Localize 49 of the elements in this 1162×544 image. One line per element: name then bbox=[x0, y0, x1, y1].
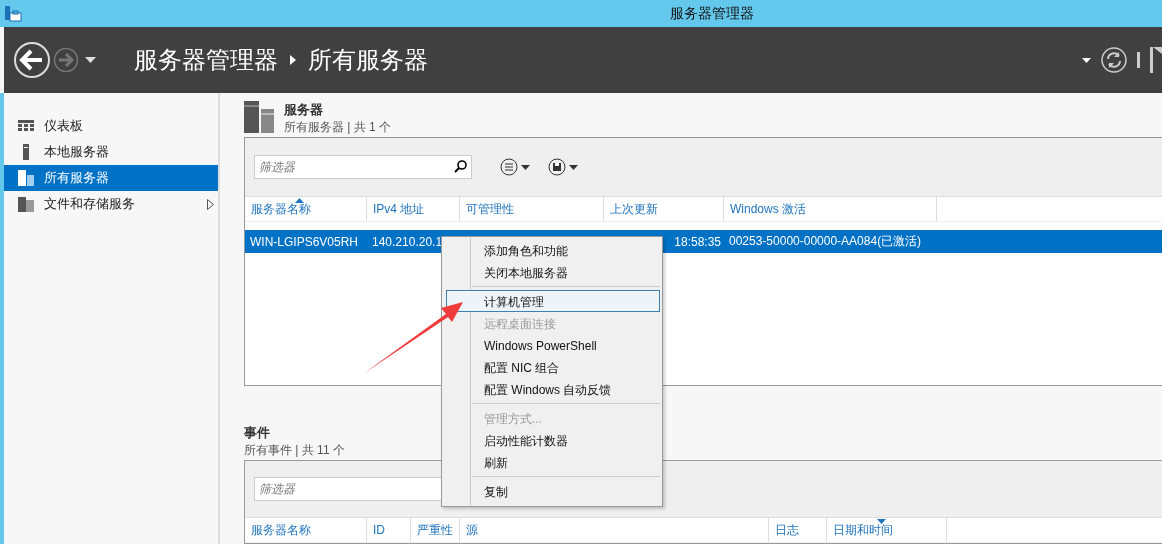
column-header[interactable]: Windows 激活 bbox=[724, 197, 937, 221]
section-title: 事件 bbox=[244, 424, 270, 442]
column-header[interactable]: IPv4 地址 bbox=[367, 197, 460, 221]
section-title: 服务器 bbox=[284, 101, 323, 119]
column-header[interactable]: 可管理性 bbox=[460, 197, 604, 221]
section-subtitle: 所有服务器 | 共 1 个 bbox=[284, 119, 392, 136]
breadcrumb-item: 所有服务器 bbox=[308, 45, 428, 75]
view-options-button[interactable] bbox=[500, 158, 530, 176]
breadcrumb-arrow-icon bbox=[290, 55, 296, 65]
flag-icon[interactable] bbox=[1150, 47, 1162, 73]
section-subtitle: 所有事件 | 共 11 个 bbox=[244, 442, 345, 459]
column-header[interactable]: 日志 bbox=[769, 518, 827, 542]
dropdown-caret-icon[interactable] bbox=[1082, 57, 1091, 63]
expand-arrow-icon[interactable] bbox=[207, 198, 214, 210]
menu-item[interactable]: 配置 Windows 自动反馈 bbox=[446, 378, 660, 400]
sidebar-item[interactable]: 仪表板 bbox=[4, 113, 218, 139]
filter-field[interactable]: 筛选器 bbox=[254, 155, 472, 179]
menu-item[interactable]: 启动性能计数器 bbox=[446, 429, 660, 451]
back-button[interactable] bbox=[13, 41, 51, 79]
column-header[interactable]: 服务器名称 bbox=[245, 518, 367, 542]
menu-item[interactable]: 计算机管理 bbox=[446, 290, 660, 312]
column-header[interactable]: 上次更新 bbox=[604, 197, 724, 221]
servers-icon bbox=[18, 170, 34, 186]
window-title: 服务器管理器 bbox=[670, 4, 754, 23]
menu-item[interactable]: 关闭本地服务器 bbox=[446, 261, 660, 283]
dropdown-caret-icon[interactable] bbox=[85, 57, 96, 63]
servers-icon bbox=[244, 101, 274, 133]
menu-item[interactable]: 配置 NIC 组合 bbox=[446, 356, 660, 378]
sidebar-item[interactable]: 所有服务器 bbox=[4, 165, 218, 191]
refresh-icon[interactable] bbox=[1101, 47, 1127, 73]
server-manager-icon bbox=[4, 4, 22, 23]
column-header[interactable]: 服务器名称 bbox=[245, 197, 367, 221]
column-header[interactable]: ID bbox=[367, 518, 411, 542]
menu-item[interactable]: Windows PowerShell bbox=[446, 334, 660, 356]
column-header[interactable]: 日期和时间 bbox=[827, 518, 947, 542]
search-icon[interactable] bbox=[454, 160, 467, 173]
table-cell: 18:58:35 bbox=[674, 234, 721, 249]
dashboard-icon bbox=[18, 118, 34, 134]
sidebar-item[interactable]: 本地服务器 bbox=[4, 139, 218, 165]
column-header[interactable]: 源 bbox=[460, 518, 769, 542]
table-cell: 140.210.20.1 bbox=[372, 234, 443, 249]
table-cell: WIN-LGIPS6V05RH bbox=[250, 234, 359, 249]
menu-item[interactable]: 刷新 bbox=[446, 451, 660, 473]
sidebar-item[interactable]: 文件和存储服务 bbox=[4, 191, 218, 217]
save-options-button[interactable] bbox=[548, 158, 578, 176]
breadcrumb-item: 服务器管理器 bbox=[134, 45, 278, 75]
column-header[interactable]: 严重性 bbox=[411, 518, 460, 542]
table-cell: 00253-50000-00000-AA084(已激活) bbox=[729, 233, 922, 250]
storage-icon bbox=[18, 196, 34, 212]
